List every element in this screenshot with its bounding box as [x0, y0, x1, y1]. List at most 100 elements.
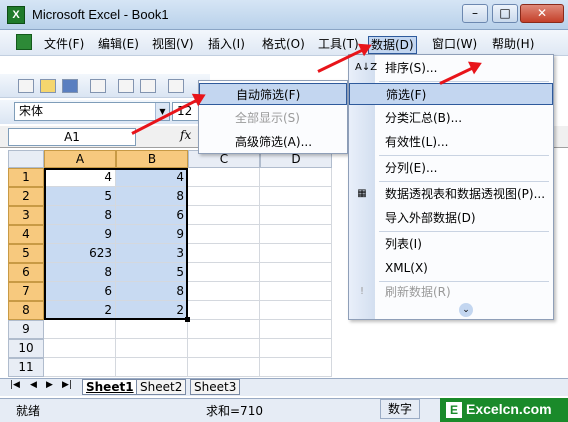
row-header-8[interactable]: 8: [8, 301, 44, 320]
cell-d11[interactable]: [260, 358, 332, 377]
cell-c9[interactable]: [188, 320, 260, 339]
cell-b3[interactable]: 6: [116, 206, 188, 225]
menu-xml[interactable]: XML(X): [349, 257, 553, 279]
cell-d10[interactable]: [260, 339, 332, 358]
menu-insert[interactable]: 插入(I): [206, 36, 247, 54]
cell-c5[interactable]: [188, 244, 260, 263]
menu-window[interactable]: 窗口(W): [430, 36, 479, 54]
cell-a8[interactable]: 2: [44, 301, 116, 320]
save-icon[interactable]: [62, 79, 78, 93]
prev-sheet-icon[interactable]: ◀: [30, 380, 37, 390]
column-header-a[interactable]: A: [44, 150, 116, 168]
cell-b2[interactable]: 8: [116, 187, 188, 206]
cell-a10[interactable]: [44, 339, 116, 358]
spelling-icon[interactable]: [168, 79, 184, 93]
menu-edit[interactable]: 编辑(E): [96, 36, 141, 54]
row-header-4[interactable]: 4: [8, 225, 44, 244]
cell-b1[interactable]: 4: [116, 168, 188, 187]
font-select[interactable]: 宋体 ▼: [14, 102, 170, 121]
cell-b5[interactable]: 3: [116, 244, 188, 263]
insert-function-icon[interactable]: fx: [180, 128, 191, 142]
cell-a3[interactable]: 8: [44, 206, 116, 225]
new-icon[interactable]: [18, 79, 34, 93]
cell-b10[interactable]: [116, 339, 188, 358]
cell-d4[interactable]: [260, 225, 332, 244]
cell-c1[interactable]: [188, 168, 260, 187]
row-header-1[interactable]: 1: [8, 168, 44, 187]
menu-advanced-filter[interactable]: 高级筛选(A)...: [199, 131, 347, 153]
cell-b8[interactable]: 2: [116, 301, 188, 320]
cell-c10[interactable]: [188, 339, 260, 358]
first-sheet-icon[interactable]: |◀: [10, 380, 20, 390]
name-box[interactable]: A1: [8, 128, 136, 146]
cell-b9[interactable]: [116, 320, 188, 339]
permission-icon[interactable]: [90, 79, 106, 93]
menu-pivot-table[interactable]: ▦ 数据透视表和数据透视图(P)...: [349, 183, 553, 205]
menu-view[interactable]: 视图(V): [150, 36, 196, 54]
cell-a4[interactable]: 9: [44, 225, 116, 244]
cell-a6[interactable]: 8: [44, 263, 116, 282]
row-header-5[interactable]: 5: [8, 244, 44, 263]
column-header-b[interactable]: B: [116, 150, 188, 168]
cell-b6[interactable]: 5: [116, 263, 188, 282]
cell-d7[interactable]: [260, 282, 332, 301]
menu-format[interactable]: 格式(O): [260, 36, 307, 54]
menu-filter[interactable]: 筛选(F): [349, 83, 553, 105]
select-all-corner[interactable]: [8, 150, 44, 168]
cell-d8[interactable]: [260, 301, 332, 320]
cell-b11[interactable]: [116, 358, 188, 377]
row-header-7[interactable]: 7: [8, 282, 44, 301]
menu-list[interactable]: 列表(I): [349, 233, 553, 255]
cell-b7[interactable]: 8: [116, 282, 188, 301]
cell-c4[interactable]: [188, 225, 260, 244]
row-header-10[interactable]: 10: [8, 339, 44, 358]
menu-import-data[interactable]: 导入外部数据(D): [349, 207, 553, 229]
minimize-button[interactable]: –: [462, 4, 488, 23]
row-header-2[interactable]: 2: [8, 187, 44, 206]
cell-c3[interactable]: [188, 206, 260, 225]
row-header-3[interactable]: 3: [8, 206, 44, 225]
cell-c2[interactable]: [188, 187, 260, 206]
cell-a1[interactable]: 4: [44, 168, 116, 187]
menu-validation[interactable]: 有效性(L)...: [349, 131, 553, 153]
cell-c7[interactable]: [188, 282, 260, 301]
menu-text-to-columns[interactable]: 分列(E)...: [349, 157, 553, 179]
print-icon[interactable]: [118, 79, 134, 93]
menu-file[interactable]: 文件(F): [42, 36, 86, 54]
cell-d5[interactable]: [260, 244, 332, 263]
excel-app-icon[interactable]: X: [7, 6, 25, 24]
row-header-6[interactable]: 6: [8, 263, 44, 282]
menu-subtotals[interactable]: 分类汇总(B)...: [349, 107, 553, 129]
row-header-9[interactable]: 9: [8, 320, 44, 339]
tab-sheet1[interactable]: Sheet1: [82, 379, 138, 395]
menu-data[interactable]: 数据(D): [368, 36, 417, 54]
cell-d2[interactable]: [260, 187, 332, 206]
cell-a2[interactable]: 5: [44, 187, 116, 206]
close-button[interactable]: ✕: [520, 4, 564, 23]
cell-c8[interactable]: [188, 301, 260, 320]
cell-d6[interactable]: [260, 263, 332, 282]
cell-d1[interactable]: [260, 168, 332, 187]
cell-c11[interactable]: [188, 358, 260, 377]
cell-a9[interactable]: [44, 320, 116, 339]
print-preview-icon[interactable]: [140, 79, 156, 93]
cell-a7[interactable]: 6: [44, 282, 116, 301]
menu-autofilter[interactable]: 自动筛选(F): [199, 83, 347, 105]
cell-b4[interactable]: 9: [116, 225, 188, 244]
next-sheet-icon[interactable]: ▶: [46, 380, 53, 390]
cell-a11[interactable]: [44, 358, 116, 377]
row-header-11[interactable]: 11: [8, 358, 44, 377]
cell-a5[interactable]: 623: [44, 244, 116, 263]
last-sheet-icon[interactable]: ▶|: [62, 380, 72, 390]
open-icon[interactable]: [40, 79, 56, 93]
cell-d3[interactable]: [260, 206, 332, 225]
fill-handle[interactable]: [185, 317, 190, 322]
menu-help[interactable]: 帮助(H): [490, 36, 536, 54]
cell-d9[interactable]: [260, 320, 332, 339]
workbook-icon[interactable]: [16, 34, 32, 50]
tab-sheet3[interactable]: Sheet3: [190, 379, 241, 395]
expand-menu-icon[interactable]: ⌄: [459, 303, 473, 317]
tab-sheet2[interactable]: Sheet2: [136, 379, 187, 395]
cell-c6[interactable]: [188, 263, 260, 282]
restore-button[interactable]: □: [492, 4, 518, 23]
